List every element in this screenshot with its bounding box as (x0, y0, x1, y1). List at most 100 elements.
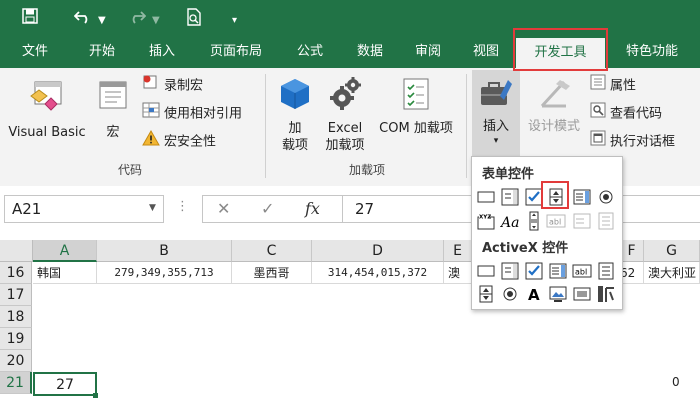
run-dialog-label: 执行对话框 (610, 134, 676, 150)
tab-insert[interactable]: 插入 (136, 36, 188, 68)
column-header-d[interactable]: D (312, 240, 444, 262)
save-icon[interactable] (22, 8, 38, 28)
tab-review[interactable]: 审阅 (402, 36, 454, 68)
form-controls-heading: 表单控件 (482, 167, 535, 182)
activex-option-button-icon[interactable] (500, 284, 520, 304)
relative-reference-button[interactable]: 使用相对引用 (142, 102, 242, 124)
cell-e16[interactable]: 澳 (444, 262, 472, 284)
excel-addins-label-2: 加载项 (325, 138, 365, 153)
name-box-dropdown-icon[interactable]: ▼ (149, 203, 156, 213)
activex-image-icon[interactable] (548, 284, 568, 304)
insert-function-icon[interactable]: fx (305, 199, 320, 218)
column-header-e[interactable]: E (444, 240, 472, 262)
cell-g16[interactable]: 澳大利亚 (644, 262, 700, 284)
record-macro-button[interactable]: 录制宏 (142, 74, 203, 96)
cell-b16[interactable]: 279,349,355,713 (97, 262, 232, 284)
run-dialog-button[interactable]: 执行对话框 (590, 130, 675, 152)
tab-home[interactable]: 开始 (76, 36, 128, 68)
text-field-control-icon-disabled: abl (546, 211, 566, 231)
scroll-bar-control-icon[interactable] (524, 211, 544, 231)
design-mode-label: 设计模式 (527, 119, 580, 134)
activex-controls-heading: ActiveX 控件 (482, 241, 569, 256)
toolbox-icon (472, 76, 520, 115)
design-mode-button[interactable]: 设计模式 (522, 76, 586, 135)
com-addins-label: COM 加载项 (379, 121, 453, 136)
activex-checkbox-icon[interactable] (524, 261, 544, 281)
tab-file[interactable]: 文件 (8, 36, 62, 68)
excel-addins-button[interactable]: Excel 加载项 (320, 76, 370, 154)
redo-dropdown-icon[interactable]: ▼ (152, 12, 160, 30)
visual-basic-label: Visual Basic (8, 125, 86, 140)
name-box[interactable]: A21 ▼ (4, 195, 164, 223)
cancel-icon[interactable]: ✕ (217, 199, 230, 218)
row-header-18[interactable]: 18 (0, 306, 32, 328)
gear-icon (320, 76, 370, 117)
column-header-a[interactable]: A (33, 240, 97, 262)
svg-text:abl: abl (549, 218, 561, 227)
group-box-control-icon[interactable]: XYZ (476, 211, 496, 231)
tab-formulas[interactable]: 公式 (284, 36, 336, 68)
tab-data[interactable]: 数据 (342, 36, 398, 68)
com-addins-button[interactable]: COM 加载项 (372, 76, 460, 137)
macros-label: 宏 (106, 125, 120, 140)
customize-qat-icon[interactable]: ▾ (232, 12, 237, 30)
tab-special-features[interactable]: 特色功能 (612, 36, 692, 68)
activex-list-box-icon[interactable] (548, 261, 568, 281)
group-label-addins: 加载项 (348, 163, 385, 177)
activex-command-button-icon[interactable] (476, 261, 496, 281)
macro-security-button[interactable]: 宏安全性 (142, 129, 216, 152)
svg-text:A: A (528, 286, 540, 304)
formula-bar-grip-icon[interactable]: ⋮ (176, 199, 190, 214)
macros-button[interactable]: 宏 (92, 76, 134, 141)
activex-combo-box-icon[interactable] (500, 261, 520, 281)
redo-icon[interactable] (128, 8, 147, 28)
cell-c16[interactable]: 墨西哥 (232, 262, 312, 284)
cell-f16[interactable]: 62 (620, 262, 644, 284)
select-all-corner[interactable] (0, 240, 33, 262)
tab-page-layout[interactable]: 页面布局 (196, 36, 276, 68)
row-header-21[interactable]: 21 (0, 372, 32, 394)
option-button-control-icon[interactable] (596, 187, 616, 207)
row-header-19[interactable]: 19 (0, 328, 32, 350)
combo-dropdown-edit-icon-disabled (596, 211, 616, 231)
record-macro-icon (142, 74, 160, 98)
enter-icon[interactable]: ✓ (261, 199, 274, 218)
column-header-c[interactable]: C (232, 240, 312, 262)
name-box-value: A21 (12, 200, 42, 218)
activex-label-icon[interactable]: A (524, 284, 544, 304)
list-box-control-icon[interactable] (572, 187, 592, 207)
properties-button[interactable]: 属性 (590, 74, 636, 96)
activex-spin-button-icon[interactable] (476, 284, 496, 304)
addins-label-2: 载项 (281, 138, 308, 153)
insert-control-button[interactable]: 插入 ▾ (472, 70, 520, 156)
cell-d16[interactable]: 314,454,015,372 (312, 262, 444, 284)
combo-list-edit-icon-disabled (572, 211, 592, 231)
visual-basic-button[interactable]: Visual Basic (4, 76, 90, 141)
tab-view[interactable]: 视图 (460, 36, 512, 68)
addins-label-1: 加 (288, 121, 302, 136)
more-controls-icon[interactable] (596, 284, 616, 304)
properties-icon (590, 74, 606, 98)
activex-scroll-bar-icon[interactable] (596, 261, 616, 281)
cell-g21[interactable]: 0 (672, 375, 680, 389)
cell-a16[interactable]: 韩国 (33, 262, 97, 284)
svg-text:abl: abl (575, 268, 587, 277)
row-header-20[interactable]: 20 (0, 350, 32, 372)
view-code-button[interactable]: 查看代码 (590, 102, 662, 124)
label-control-icon[interactable]: Aa (499, 211, 520, 231)
column-header-g[interactable]: G (644, 240, 700, 262)
column-header-f[interactable]: F (620, 240, 644, 262)
cell-a21-active[interactable]: 27 (33, 372, 97, 396)
fill-handle[interactable] (93, 393, 98, 398)
row-header-17[interactable]: 17 (0, 284, 32, 306)
addins-button[interactable]: 加 载项 (272, 76, 318, 154)
button-control-icon[interactable] (476, 187, 496, 207)
activex-text-box-icon[interactable]: abl (572, 261, 592, 281)
undo-dropdown-icon[interactable]: ▼ (98, 12, 106, 30)
undo-icon[interactable] (73, 8, 92, 28)
row-header-16[interactable]: 16 (0, 262, 32, 284)
combo-box-control-icon[interactable] (500, 187, 520, 207)
column-header-b[interactable]: B (97, 240, 232, 262)
print-preview-icon[interactable] (186, 8, 202, 30)
activex-toggle-button-icon[interactable] (572, 284, 592, 304)
